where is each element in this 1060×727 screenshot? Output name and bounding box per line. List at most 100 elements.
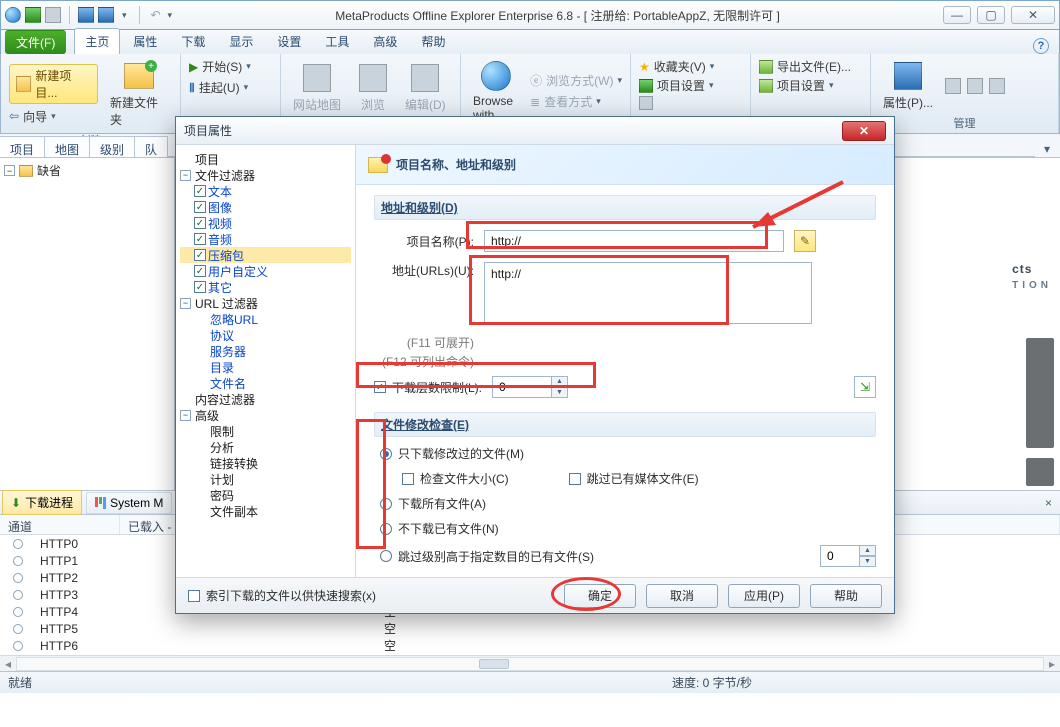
collapse-button[interactable]: ▾ [1034, 138, 1060, 157]
wizard-button[interactable]: ⇦ 向导 ▾ [9, 108, 98, 125]
levels-spinner[interactable]: ▲▼ [492, 376, 568, 398]
tree-content-filters[interactable]: 内容过滤器 [180, 391, 351, 407]
tab-settings[interactable]: 设置 [266, 28, 312, 54]
tree-root[interactable]: − 缺省 [4, 162, 170, 179]
tree-ff-archive[interactable]: ✓压缩包 [180, 247, 351, 263]
check-file-size[interactable]: 检查文件大小(C) [402, 470, 509, 487]
panel-close-icon[interactable]: × [1037, 496, 1060, 510]
save-icon[interactable] [78, 7, 94, 23]
tree-ff-other[interactable]: ✓其它 [180, 279, 351, 295]
skip-level-field[interactable] [820, 545, 860, 567]
skip-level-spinner[interactable]: ▲▼ [820, 545, 876, 567]
edit-name-button[interactable]: ✎ [794, 230, 816, 252]
dialog-tree[interactable]: 项目 −文件过滤器 ✓文本 ✓图像 ✓视频 ✓音频 ✓压缩包 ✓用户自定义 ✓其… [176, 145, 356, 577]
tree-adv-copy[interactable]: 文件副本 [180, 503, 351, 519]
tree-project[interactable]: 项目 [180, 151, 351, 167]
tree-uf-server[interactable]: 服务器 [180, 343, 351, 359]
tab-download[interactable]: 下载 [170, 28, 216, 54]
check-skip-media[interactable]: 跳过已有媒体文件(E) [569, 470, 699, 487]
list-item[interactable]: HTTP6空 [0, 637, 1060, 654]
tree-adv-schedule[interactable]: 计划 [180, 471, 351, 487]
project-name-field[interactable] [484, 230, 784, 252]
index-checkbox[interactable]: 索引下载的文件以供快速搜索(x) [188, 587, 376, 604]
tree-uf-dir[interactable]: 目录 [180, 359, 351, 375]
horizontal-scrollbar[interactable]: ◂ ▸ [0, 655, 1060, 671]
cancel-button[interactable]: 取消 [646, 584, 718, 608]
apply-button[interactable]: 应用(P) [728, 584, 800, 608]
suspend-button[interactable]: Ⅱ挂起(U)▾ [189, 79, 248, 96]
tree-ff-video[interactable]: ✓视频 [180, 215, 351, 231]
spin-down-2[interactable]: ▼ [860, 556, 876, 567]
tab-queue[interactable]: 队 [134, 136, 168, 157]
undo-icon[interactable]: ↶ [148, 7, 164, 23]
tree-ff-user[interactable]: ✓用户自定义 [180, 263, 351, 279]
export-files-button[interactable]: 导出文件(E)... [759, 58, 851, 75]
spin-up[interactable]: ▲ [552, 376, 568, 387]
tool-icon-1[interactable] [945, 78, 961, 94]
tree-uf-protocol[interactable]: 协议 [180, 327, 351, 343]
tab-file[interactable]: 文件(F) [5, 30, 66, 54]
tree-adv-limit[interactable]: 限制 [180, 423, 351, 439]
tree-adv-link[interactable]: 链接转换 [180, 455, 351, 471]
tab-help[interactable]: 帮助 [410, 28, 456, 54]
start-button[interactable]: ▶开始(S)▾ [189, 58, 251, 75]
tab-home[interactable]: 主页 [74, 28, 120, 54]
qat-more[interactable]: ▾ [118, 10, 131, 21]
qat-btn-1[interactable] [25, 7, 41, 23]
tab-download-process[interactable]: ⬇下载进程 [2, 490, 82, 515]
props-big-button[interactable]: 属性(P)... [879, 58, 937, 113]
tree-adv-password[interactable]: 密码 [180, 487, 351, 503]
maximize-button[interactable]: ▢ [977, 6, 1005, 24]
new-project-button[interactable]: 新建项目... [9, 64, 98, 104]
proj-settings-button[interactable]: 项目设置▾ [639, 77, 714, 94]
dialog-close-button[interactable]: ✕ [842, 121, 886, 141]
tree-ff-text[interactable]: ✓文本 [180, 183, 351, 199]
tab-properties[interactable]: 属性 [122, 28, 168, 54]
minimize-button[interactable]: — [943, 6, 971, 24]
tab-advanced[interactable]: 高级 [362, 28, 408, 54]
levels-help-button[interactable]: ⇲ [854, 376, 876, 398]
tree-ff-image[interactable]: ✓图像 [180, 199, 351, 215]
urls-field[interactable]: http:// [484, 262, 812, 324]
view-mode-button[interactable]: ≣查看方式▾ [530, 93, 622, 110]
pause-icon[interactable] [98, 7, 114, 23]
list-item[interactable]: HTTP5空 [0, 620, 1060, 637]
tree-advanced[interactable]: −高级 [180, 407, 351, 423]
spin-down[interactable]: ▼ [552, 387, 568, 398]
radio-skip-level[interactable]: 跳过级别高于指定数目的已有文件(S) [380, 548, 594, 565]
browse-with-button[interactable]: Browse with [469, 58, 522, 124]
favorites-button[interactable]: ★收藏夹(V)▾ [639, 58, 714, 75]
tab-level[interactable]: 级别 [89, 136, 135, 157]
levels-checkbox[interactable]: ✓下载层数限制(L): [374, 379, 482, 396]
tree-uf-ignore[interactable]: 忽略URL [180, 311, 351, 327]
project-tree[interactable]: − 缺省 [0, 158, 175, 490]
spin-up-2[interactable]: ▲ [860, 545, 876, 556]
radio-all-files[interactable]: 下载所有文件(A) [380, 495, 876, 512]
levels-field[interactable] [492, 376, 552, 398]
ok-button[interactable]: 确定 [564, 584, 636, 608]
radio-no-existing[interactable]: 不下载已有文件(N) [380, 520, 876, 537]
col-channel[interactable]: 通道 [0, 515, 120, 534]
side-panel-handle[interactable] [1026, 338, 1054, 448]
tab-project[interactable]: 项目 [0, 136, 45, 157]
side-panel-handle-2[interactable] [1026, 458, 1054, 486]
browse-mode-button[interactable]: ⓔ浏览方式(W)▾ [530, 72, 622, 89]
tree-ff-audio[interactable]: ✓音频 [180, 231, 351, 247]
tree-file-filters[interactable]: −文件过滤器 [180, 167, 351, 183]
tree-adv-parse[interactable]: 分析 [180, 439, 351, 455]
tab-system[interactable]: System M [86, 492, 172, 514]
new-folder-button[interactable]: + 新建文件夹 [106, 58, 172, 130]
qat-btn-2[interactable] [45, 7, 61, 23]
tab-tools[interactable]: 工具 [314, 28, 360, 54]
help-icon[interactable]: ? [1033, 38, 1049, 54]
tree-url-filters[interactable]: −URL 过滤器 [180, 295, 351, 311]
tree-uf-filename[interactable]: 文件名 [180, 375, 351, 391]
tool-icon-3[interactable] [989, 78, 1005, 94]
tab-display[interactable]: 显示 [218, 28, 264, 54]
proj-settings2-button[interactable]: 项目设置▾ [759, 77, 834, 94]
tab-map[interactable]: 地图 [44, 136, 90, 157]
radio-only-modified[interactable]: 只下载修改过的文件(M) [380, 445, 876, 462]
close-button[interactable]: ✕ [1011, 6, 1055, 24]
help-button[interactable]: 帮助 [810, 584, 882, 608]
tool-icon-2[interactable] [967, 78, 983, 94]
